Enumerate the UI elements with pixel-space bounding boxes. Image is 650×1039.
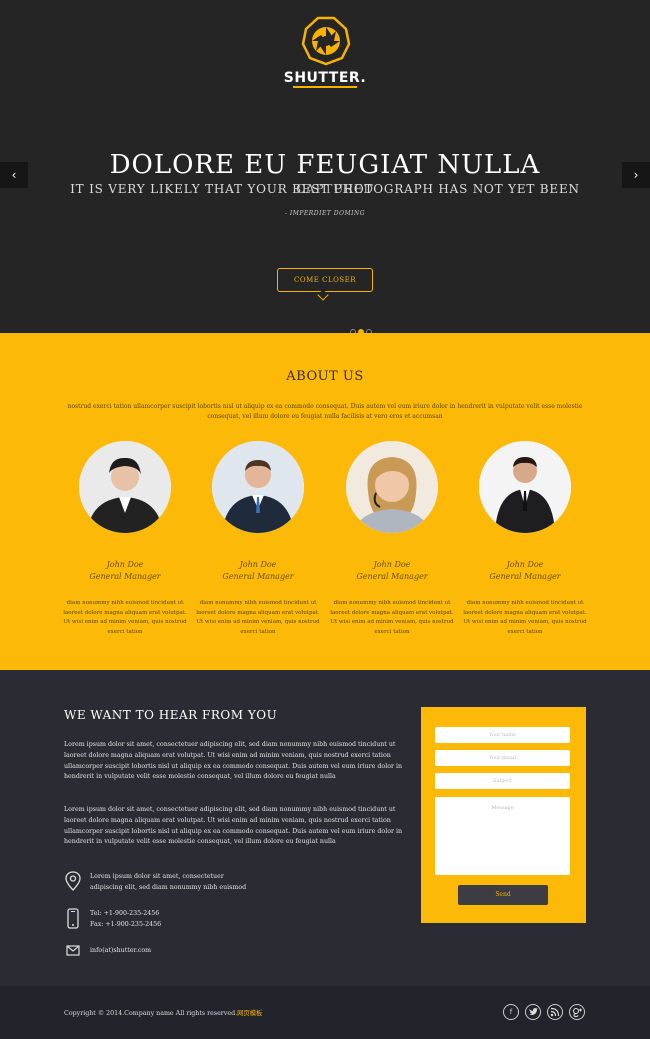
team-member: John Doe General Manager diam nonummy ni… [458, 441, 592, 637]
message-textarea[interactable]: Message [435, 797, 570, 875]
member-name: John Doe [106, 560, 144, 569]
contact-paragraph-2: Lorem ipsum dolor sit amet, consectetuer… [64, 806, 403, 846]
email-link[interactable]: info(at)shutter.com [90, 945, 151, 956]
phone-row: Tel: +1-900-235-2456 Fax: +1-900-235-245… [64, 908, 161, 930]
rss-icon[interactable] [547, 1004, 563, 1020]
about-section: ABOUT US nostrud exerci tation ullamcorp… [0, 333, 650, 670]
come-closer-button[interactable]: COME CLOSER [277, 268, 373, 292]
slide-title: DOLORE EU FEUGIAT NULLA [109, 150, 541, 180]
member-role: General Manager [89, 572, 161, 581]
copyright-text: Copyright © 2014.Company name All rights… [64, 1008, 262, 1017]
about-title: ABOUT US [286, 369, 364, 384]
member-name: John Doe [373, 560, 411, 569]
member-description: diam nonummy nibh euismod tincidunt ut l… [463, 600, 587, 635]
team-member: John Doe General Manager diam nonummy ni… [191, 441, 325, 637]
brand-name[interactable]: SHUTTER. [0, 70, 650, 86]
tel-text: Tel: +1-900-235-2456 [90, 910, 160, 917]
hero-slider: SHUTTER. ‹ › DOLORE EU FEUGIAT NULLA IT … [0, 0, 650, 335]
map-pin-icon [65, 871, 81, 891]
avatar [212, 441, 304, 533]
slide-quote: - IMPERDIET DOMING [284, 210, 366, 217]
address-row: Lorem ipsum dolor sit amet, consectetuer… [64, 871, 246, 893]
contact-title: WE WANT TO HEAR FROM YOU [64, 708, 278, 722]
facebook-icon[interactable]: f [503, 1004, 519, 1020]
twitter-icon[interactable] [525, 1004, 541, 1020]
contact-form: Your name Your email Subject Message Sen… [421, 707, 586, 923]
footer-link[interactable]: 网页模板 [237, 1010, 262, 1017]
slide-subtitle-overlap: CAPTURED [296, 182, 374, 196]
member-role: General Manager [489, 572, 561, 581]
avatar [79, 441, 171, 533]
member-name: John Doe [506, 560, 544, 569]
member-role: General Manager [356, 572, 428, 581]
name-input[interactable]: Your name [435, 727, 570, 743]
avatar [346, 441, 438, 533]
footer: Copyright © 2014.Company name All rights… [0, 986, 650, 1039]
shutter-logo-icon [301, 16, 351, 66]
google-plus-icon[interactable] [569, 1004, 585, 1020]
send-button[interactable]: Send [458, 885, 548, 905]
team-member: John Doe General Manager diam nonummy ni… [325, 441, 459, 637]
member-role: General Manager [222, 572, 294, 581]
about-text: nostrud exerci tation ullamcorper suscip… [67, 403, 583, 420]
avatar [479, 441, 571, 533]
copyright: Copyright © 2014.Company name All rights… [64, 1010, 238, 1017]
email-input[interactable]: Your email [435, 750, 570, 766]
member-description: diam nonummy nibh euismod tincidunt ut l… [63, 600, 187, 635]
member-description: diam nonummy nibh euismod tincidunt ut l… [196, 600, 320, 635]
subject-input[interactable]: Subject [435, 773, 570, 789]
fax-text: Fax: +1-900-235-2456 [90, 921, 162, 928]
member-description: diam nonummy nibh euismod tincidunt ut l… [330, 600, 454, 635]
team-member: John Doe General Manager diam nonummy ni… [58, 441, 192, 637]
address-line-2: adipiscing elit, sed diam nonummy nibh e… [90, 884, 247, 891]
member-name: John Doe [239, 560, 277, 569]
brand-underline [293, 86, 357, 88]
phone-icon [67, 908, 79, 929]
contact-paragraph-1: Lorem ipsum dolor sit amet, consectetuer… [64, 741, 403, 781]
contact-section: WE WANT TO HEAR FROM YOU Lorem ipsum dol… [0, 670, 650, 986]
email-row: info(at)shutter.com [64, 945, 151, 957]
mail-icon [66, 945, 80, 956]
address-line-1: Lorem ipsum dolor sit amet, consectetuer [90, 873, 224, 880]
